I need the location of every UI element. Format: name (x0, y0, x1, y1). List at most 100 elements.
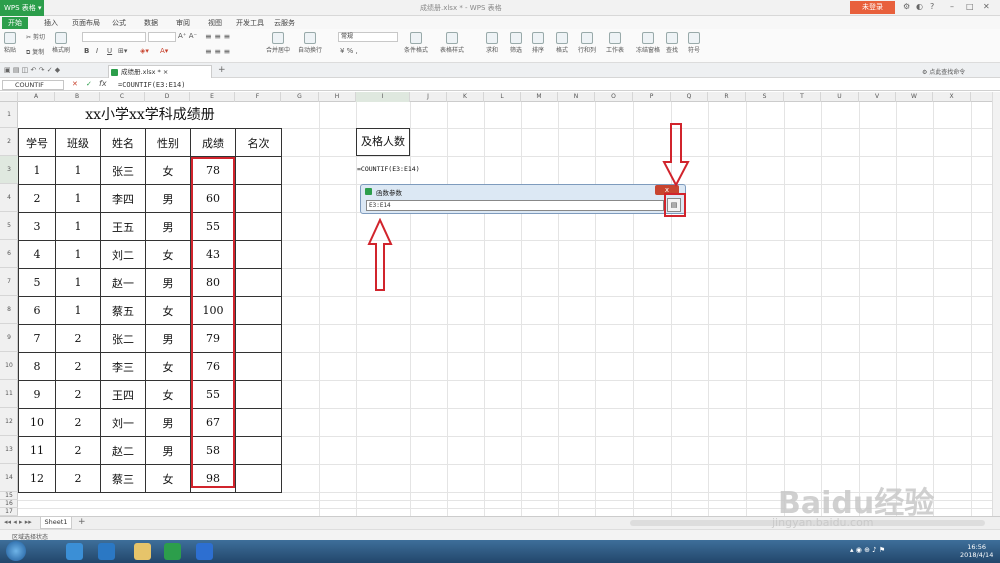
column-header[interactable]: W (896, 92, 933, 102)
cell[interactable]: 2 (55, 352, 101, 381)
cell[interactable] (235, 212, 282, 241)
cell[interactable] (235, 268, 282, 297)
align-top-icon[interactable]: ≡ ≡ ≡ (205, 32, 230, 41)
filter-button[interactable]: 筛选 (510, 32, 522, 54)
cell[interactable]: 100 (190, 296, 236, 325)
cell[interactable]: 98 (190, 464, 236, 493)
cell[interactable]: 刘一 (100, 408, 146, 437)
sheet-title[interactable]: xx小学xx学科成绩册 (18, 104, 282, 124)
cell[interactable]: 58 (190, 436, 236, 465)
horizontal-scrollbar[interactable] (630, 520, 985, 526)
cell[interactable]: 3 (18, 212, 56, 241)
find-button[interactable]: 查找 (666, 32, 678, 54)
cut-button[interactable]: ✂ 剪切 (26, 32, 45, 41)
cell[interactable]: 2 (55, 436, 101, 465)
cell[interactable]: 80 (190, 268, 236, 297)
maximize-icon[interactable]: □ (966, 2, 974, 11)
cell[interactable]: 2 (55, 324, 101, 353)
column-header[interactable]: R (708, 92, 746, 102)
number-format-select[interactable]: 常规 (338, 32, 398, 42)
folder-icon[interactable] (134, 543, 151, 560)
header-cell[interactable]: 成绩 (190, 128, 236, 157)
align-left-icon[interactable]: ≡ ≡ ≡ (205, 47, 230, 56)
table-style-button[interactable]: 表格样式 (440, 32, 464, 54)
cell[interactable]: 5 (18, 268, 56, 297)
column-header[interactable]: S (746, 92, 784, 102)
cell[interactable]: 男 (145, 408, 191, 437)
quick-access-icon[interactable]: ▣ ▤ ◫ ↶ ↷ ✓ ◆ (4, 66, 60, 74)
row-header[interactable]: 15 (0, 492, 18, 500)
column-header[interactable]: U (821, 92, 859, 102)
column-header[interactable]: L (484, 92, 521, 102)
cell[interactable]: 李四 (100, 184, 146, 213)
cell[interactable]: 55 (190, 380, 236, 409)
row-header[interactable]: 11 (0, 380, 18, 408)
column-header[interactable]: F (235, 92, 281, 102)
symbol-button[interactable]: 符号 (688, 32, 700, 54)
fill-color-icon[interactable]: ◈▾ (140, 47, 149, 55)
column-header[interactable]: N (558, 92, 595, 102)
cell[interactable] (235, 324, 282, 353)
column-header[interactable]: H (319, 92, 356, 102)
column-header[interactable]: M (521, 92, 558, 102)
cell[interactable]: 蔡三 (100, 464, 146, 493)
header-cell[interactable]: 学号 (18, 128, 56, 157)
cell[interactable] (235, 408, 282, 437)
formula-input[interactable]: =COUNTIF(E3:E14) (118, 80, 185, 90)
cell[interactable]: 78 (190, 156, 236, 185)
cell[interactable]: 张三 (100, 156, 146, 185)
freeze-button[interactable]: 冻结窗格 (636, 32, 660, 54)
sort-button[interactable]: 排序 (532, 32, 544, 54)
menu-insert[interactable]: 插入 (44, 18, 58, 28)
cell[interactable]: 2 (55, 380, 101, 409)
row-col-button[interactable]: 行和列 (578, 32, 596, 54)
new-tab-icon[interactable]: + (218, 65, 226, 75)
cell[interactable] (235, 380, 282, 409)
column-header[interactable]: I (356, 92, 410, 102)
column-header[interactable]: Q (671, 92, 708, 102)
row-header[interactable]: 8 (0, 296, 18, 324)
cell[interactable]: 女 (145, 240, 191, 269)
header-cell[interactable]: 名次 (235, 128, 282, 157)
menu-cloud[interactable]: 云服务 (274, 18, 295, 28)
cell[interactable]: 4 (18, 240, 56, 269)
menu-formulas[interactable]: 公式 (112, 18, 126, 28)
cell[interactable] (235, 464, 282, 493)
copy-button[interactable]: ⧉ 复制 (26, 47, 44, 57)
login-button[interactable]: 未登录 (850, 1, 895, 14)
font-color-icon[interactable]: A▾ (160, 47, 168, 55)
tray-icons[interactable]: ▴ ◉ ⊕ ♪ ⚑ (850, 546, 885, 554)
column-header[interactable]: X (933, 92, 971, 102)
row-header[interactable]: 5 (0, 212, 18, 240)
sheet-tab[interactable]: Sheet1 (40, 517, 72, 529)
cell[interactable]: 1 (55, 156, 101, 185)
settings-icon[interactable]: ⚙ (903, 2, 910, 11)
worksheet-button[interactable]: 工作表 (606, 32, 624, 54)
cell[interactable]: 43 (190, 240, 236, 269)
wps-writer-icon[interactable] (196, 543, 213, 560)
conditional-format-button[interactable]: 条件格式 (404, 32, 428, 54)
minimize-icon[interactable]: – (950, 2, 954, 11)
cell[interactable]: 李三 (100, 352, 146, 381)
cell[interactable]: 赵一 (100, 268, 146, 297)
row-header[interactable]: 17 (0, 508, 18, 516)
cell[interactable]: 王五 (100, 212, 146, 241)
column-header[interactable]: D (145, 92, 190, 102)
menu-review[interactable]: 审阅 (176, 18, 190, 28)
cell[interactable]: 7 (18, 324, 56, 353)
cell[interactable]: 男 (145, 268, 191, 297)
cell[interactable]: 女 (145, 296, 191, 325)
cell[interactable]: 女 (145, 464, 191, 493)
cell[interactable]: 男 (145, 212, 191, 241)
header-cell[interactable]: 性别 (145, 128, 191, 157)
cell[interactable]: 1 (55, 184, 101, 213)
pass-count-formula[interactable]: =COUNTIF(E3:E14) (357, 165, 420, 173)
menu-developer[interactable]: 开发工具 (236, 18, 264, 28)
menu-view[interactable]: 视图 (208, 18, 222, 28)
file-tab[interactable]: 成绩册.xlsx * × (108, 65, 212, 78)
menu-data[interactable]: 数据 (144, 18, 158, 28)
row-header[interactable]: 14 (0, 464, 18, 492)
fx-icon[interactable]: fx (99, 79, 107, 88)
cell[interactable]: 2 (18, 184, 56, 213)
cell[interactable] (235, 352, 282, 381)
